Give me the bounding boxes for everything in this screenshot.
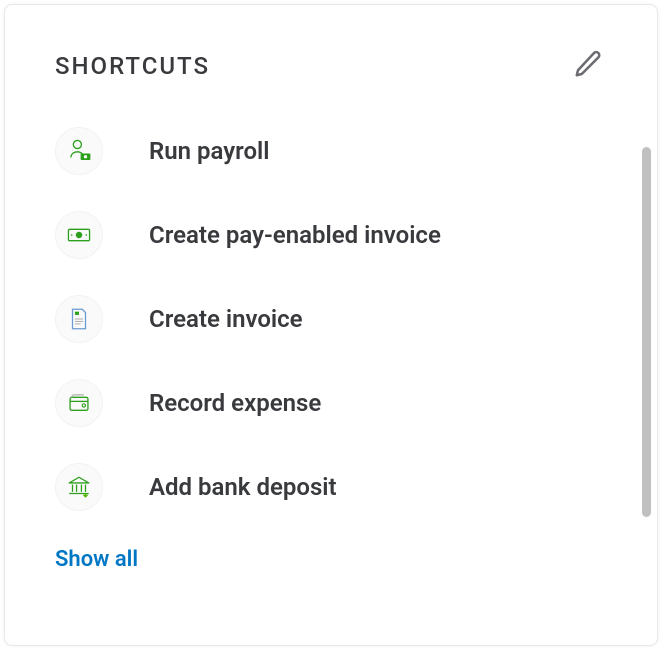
invoice-doc-icon [66,306,92,332]
pencil-icon [573,49,603,79]
card-title: SHORTCUTS [55,52,210,80]
shortcut-label: Record expense [149,389,321,417]
shortcut-label: Run payroll [149,137,270,165]
shortcut-add-bank-deposit[interactable]: Add bank deposit [55,463,607,511]
icon-container [55,379,103,427]
icon-container [55,211,103,259]
shortcut-create-invoice[interactable]: Create invoice [55,295,607,343]
shortcut-label: Create pay-enabled invoice [149,221,441,249]
shortcuts-card: SHORTCUTS Run payroll [4,4,658,646]
shortcut-create-pay-invoice[interactable]: Create pay-enabled invoice [55,211,607,259]
show-all-link[interactable]: Show all [55,547,607,572]
shortcut-record-expense[interactable]: Record expense [55,379,607,427]
bank-icon [66,474,92,500]
shortcut-label: Add bank deposit [149,473,337,501]
wallet-icon [66,390,92,416]
person-card-icon [66,138,92,164]
shortcut-label: Create invoice [149,305,303,333]
scrollbar-thumb[interactable] [642,147,651,517]
shortcut-run-payroll[interactable]: Run payroll [55,127,607,175]
card-header: SHORTCUTS [55,45,607,87]
icon-container [55,127,103,175]
icon-container [55,295,103,343]
shortcut-list: Run payroll Create pay-enabled invoice [55,127,607,511]
cash-icon [66,222,92,248]
icon-container [55,463,103,511]
edit-button[interactable] [569,45,607,87]
